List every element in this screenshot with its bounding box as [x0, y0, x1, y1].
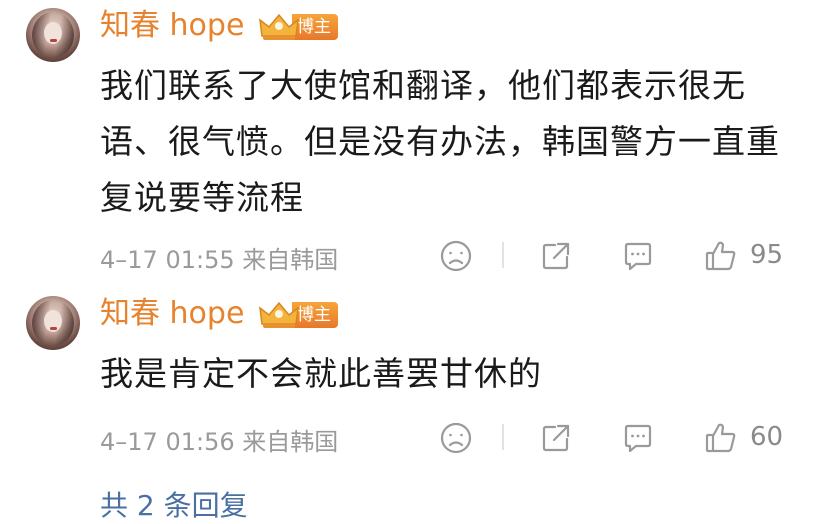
reply-icon[interactable] [620, 238, 656, 274]
like-count: 95 [750, 240, 784, 270]
share-icon[interactable] [538, 420, 574, 456]
comment-text: 我是肯定不会就此善罢甘休的 [100, 354, 542, 393]
comment-actions: 60 [430, 418, 800, 458]
comment-meta: 4–17 01:56 来自韩国 [100, 422, 338, 457]
like-icon[interactable] [703, 420, 739, 456]
more-replies-link[interactable]: 共 2 条回复 [100, 484, 248, 524]
reply-icon[interactable] [620, 420, 656, 456]
comment-location: 来自韩国 [242, 428, 339, 456]
username[interactable]: 知春 hope [100, 6, 244, 46]
like-count: 60 [750, 422, 784, 452]
comment-text: 我们联系了大使馆和翻译，他们都表示很无语、很气愤。但是没有办法，韩国警方一直重复… [100, 66, 780, 217]
emoji-icon[interactable] [438, 420, 474, 456]
divider [502, 242, 504, 268]
like-icon[interactable] [703, 238, 739, 274]
emoji-icon[interactable] [438, 238, 474, 274]
comment-time: 4–17 01:55 [100, 246, 235, 274]
blogger-badge: 博主 [258, 300, 338, 330]
blogger-badge: 博主 [258, 12, 338, 42]
crown-icon [259, 13, 299, 40]
avatar[interactable] [26, 296, 80, 350]
crown-icon [259, 301, 299, 328]
avatar[interactable] [26, 8, 80, 62]
share-icon[interactable] [538, 238, 574, 274]
comment-meta: 4–17 01:55 来自韩国 [100, 240, 338, 275]
divider [502, 424, 504, 450]
comment-time: 4–17 01:56 [100, 428, 235, 456]
comment-actions: 95 [430, 236, 800, 276]
comment-location: 来自韩国 [242, 246, 339, 274]
username[interactable]: 知春 hope [100, 294, 244, 334]
